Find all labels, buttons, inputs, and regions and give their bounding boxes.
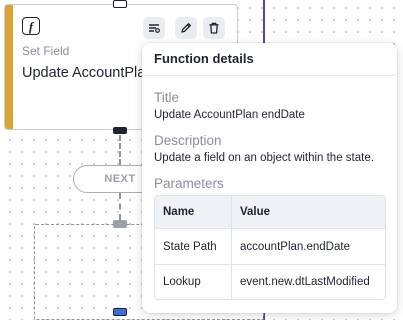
trash-icon [209, 22, 219, 34]
column-header-name: Name [155, 196, 232, 229]
description-value: Update a field on an object within the s… [154, 152, 374, 164]
function-icon: f [22, 17, 40, 35]
details-icon [149, 24, 160, 33]
title-label: Title [154, 90, 180, 105]
title-value: Update AccountPlan endDate [154, 109, 305, 121]
param-value: accountPlan.endDate [240, 240, 350, 253]
function-details-popover: Function details Title Update AccountPla… [142, 43, 397, 313]
parameters-label: Parameters [154, 176, 224, 191]
table-row: Lookup event.new.dtLastModified [155, 264, 385, 299]
table-header-row: Name Value [155, 196, 385, 229]
connector-line-lower [119, 193, 121, 220]
node-output-handle[interactable] [113, 127, 127, 134]
parameters-table: Name Value State Path accountPlan.endDat… [154, 195, 386, 300]
node-input-handle[interactable] [113, 0, 127, 8]
group-output-handle[interactable] [113, 308, 127, 316]
description-label: Description [154, 133, 222, 148]
connector-line-upper [119, 135, 121, 165]
node-type-label: Set Field [22, 44, 70, 58]
edit-button[interactable] [175, 17, 197, 39]
column-header-value: Value [232, 196, 385, 229]
node-accent-bar [5, 5, 13, 129]
details-button[interactable] [143, 17, 165, 39]
table-row: State Path accountPlan.endDate [155, 229, 385, 264]
param-value: event.new.dtLastModified [232, 264, 385, 299]
param-name: State Path [155, 229, 232, 264]
popover-heading: Function details [142, 43, 397, 76]
delete-button[interactable] [203, 17, 225, 39]
pencil-icon [181, 23, 191, 33]
group-input-handle[interactable] [113, 220, 127, 228]
param-name: Lookup [155, 264, 232, 299]
